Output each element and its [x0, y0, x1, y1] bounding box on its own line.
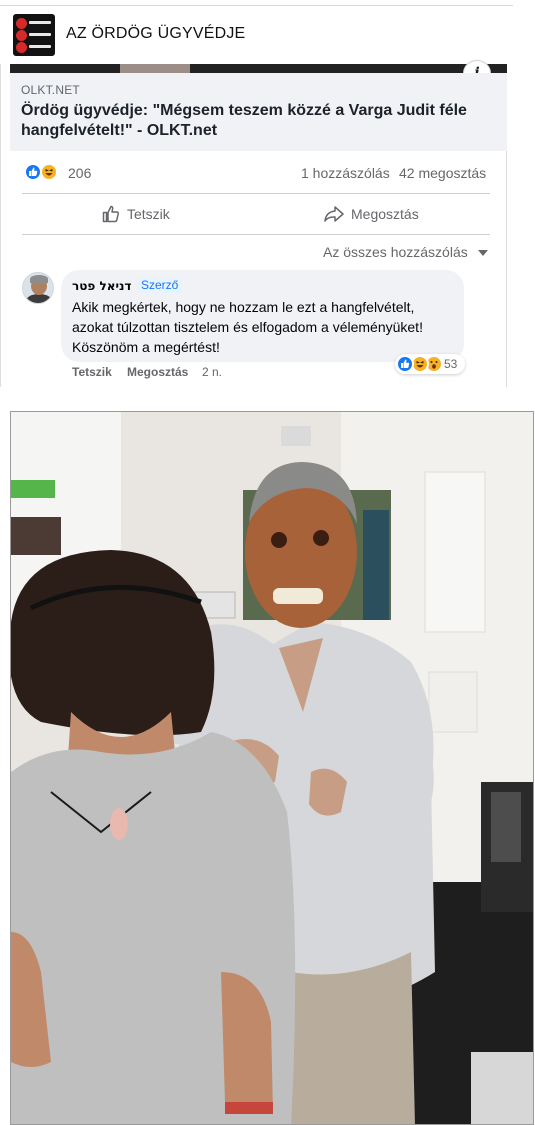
link-domain: OLKT.NET — [21, 83, 80, 97]
link-preview[interactable]: OLKT.NET Ördög ügyvédje: "Mégsem teszem … — [10, 73, 507, 151]
comment-share-link[interactable]: Megosztás — [127, 365, 188, 379]
photo-illustration — [11, 412, 533, 1124]
page-header: AZ ÖRDÖG ÜGYVÉDJE — [0, 0, 515, 70]
haha-reaction-icon — [40, 163, 58, 181]
commenter-name[interactable]: דניאל פטר — [72, 279, 131, 293]
header-divider — [0, 5, 513, 6]
page-avatar[interactable] — [13, 14, 55, 56]
page-title[interactable]: AZ ÖRDÖG ÜGYVÉDJE — [66, 25, 245, 43]
like-button-label: Tetszik — [127, 206, 170, 222]
reactions-summary: 206 1 hozzászólás 42 megosztás — [22, 162, 492, 184]
like-reaction-icon — [396, 355, 414, 373]
comments-filter[interactable]: Az összes hozzászólás — [323, 244, 468, 260]
comment-time[interactable]: 2 n. — [202, 365, 222, 379]
comment-bubble: דניאל פטר Szerző Akik megkértek, hogy ne… — [61, 270, 464, 362]
post-photo[interactable] — [10, 411, 534, 1125]
reaction-icons[interactable] — [22, 162, 64, 182]
like-button[interactable]: Tetszik — [101, 200, 170, 228]
link-title[interactable]: Ördög ügyvédje: "Mégsem teszem közzé a V… — [21, 101, 501, 141]
link-preview-image[interactable] — [10, 64, 507, 73]
thumbs-up-icon — [102, 205, 120, 223]
comment-count[interactable]: 1 hozzászólás — [301, 165, 390, 181]
reaction-count[interactable]: 206 — [68, 165, 91, 181]
share-arrow-icon — [324, 206, 344, 222]
like-reaction-icon — [24, 163, 42, 181]
caret-down-icon[interactable] — [478, 250, 488, 256]
comment-reaction-count: 53 — [444, 357, 458, 371]
comment-text: Akik megkértek, hogy ne hozzam le ezt a … — [72, 299, 423, 355]
comment-reactions[interactable]: 53 — [395, 354, 465, 374]
share-count[interactable]: 42 megosztás — [399, 165, 486, 181]
comment-like-link[interactable]: Tetszik — [72, 365, 112, 379]
actions-divider — [22, 234, 490, 235]
share-button-label: Megosztás — [351, 206, 419, 222]
stats-divider — [22, 193, 490, 194]
commenter-avatar[interactable] — [22, 272, 54, 304]
card-border-left — [0, 64, 1, 387]
author-badge: Szerző — [137, 277, 183, 293]
share-button[interactable]: Megosztás — [323, 200, 419, 228]
